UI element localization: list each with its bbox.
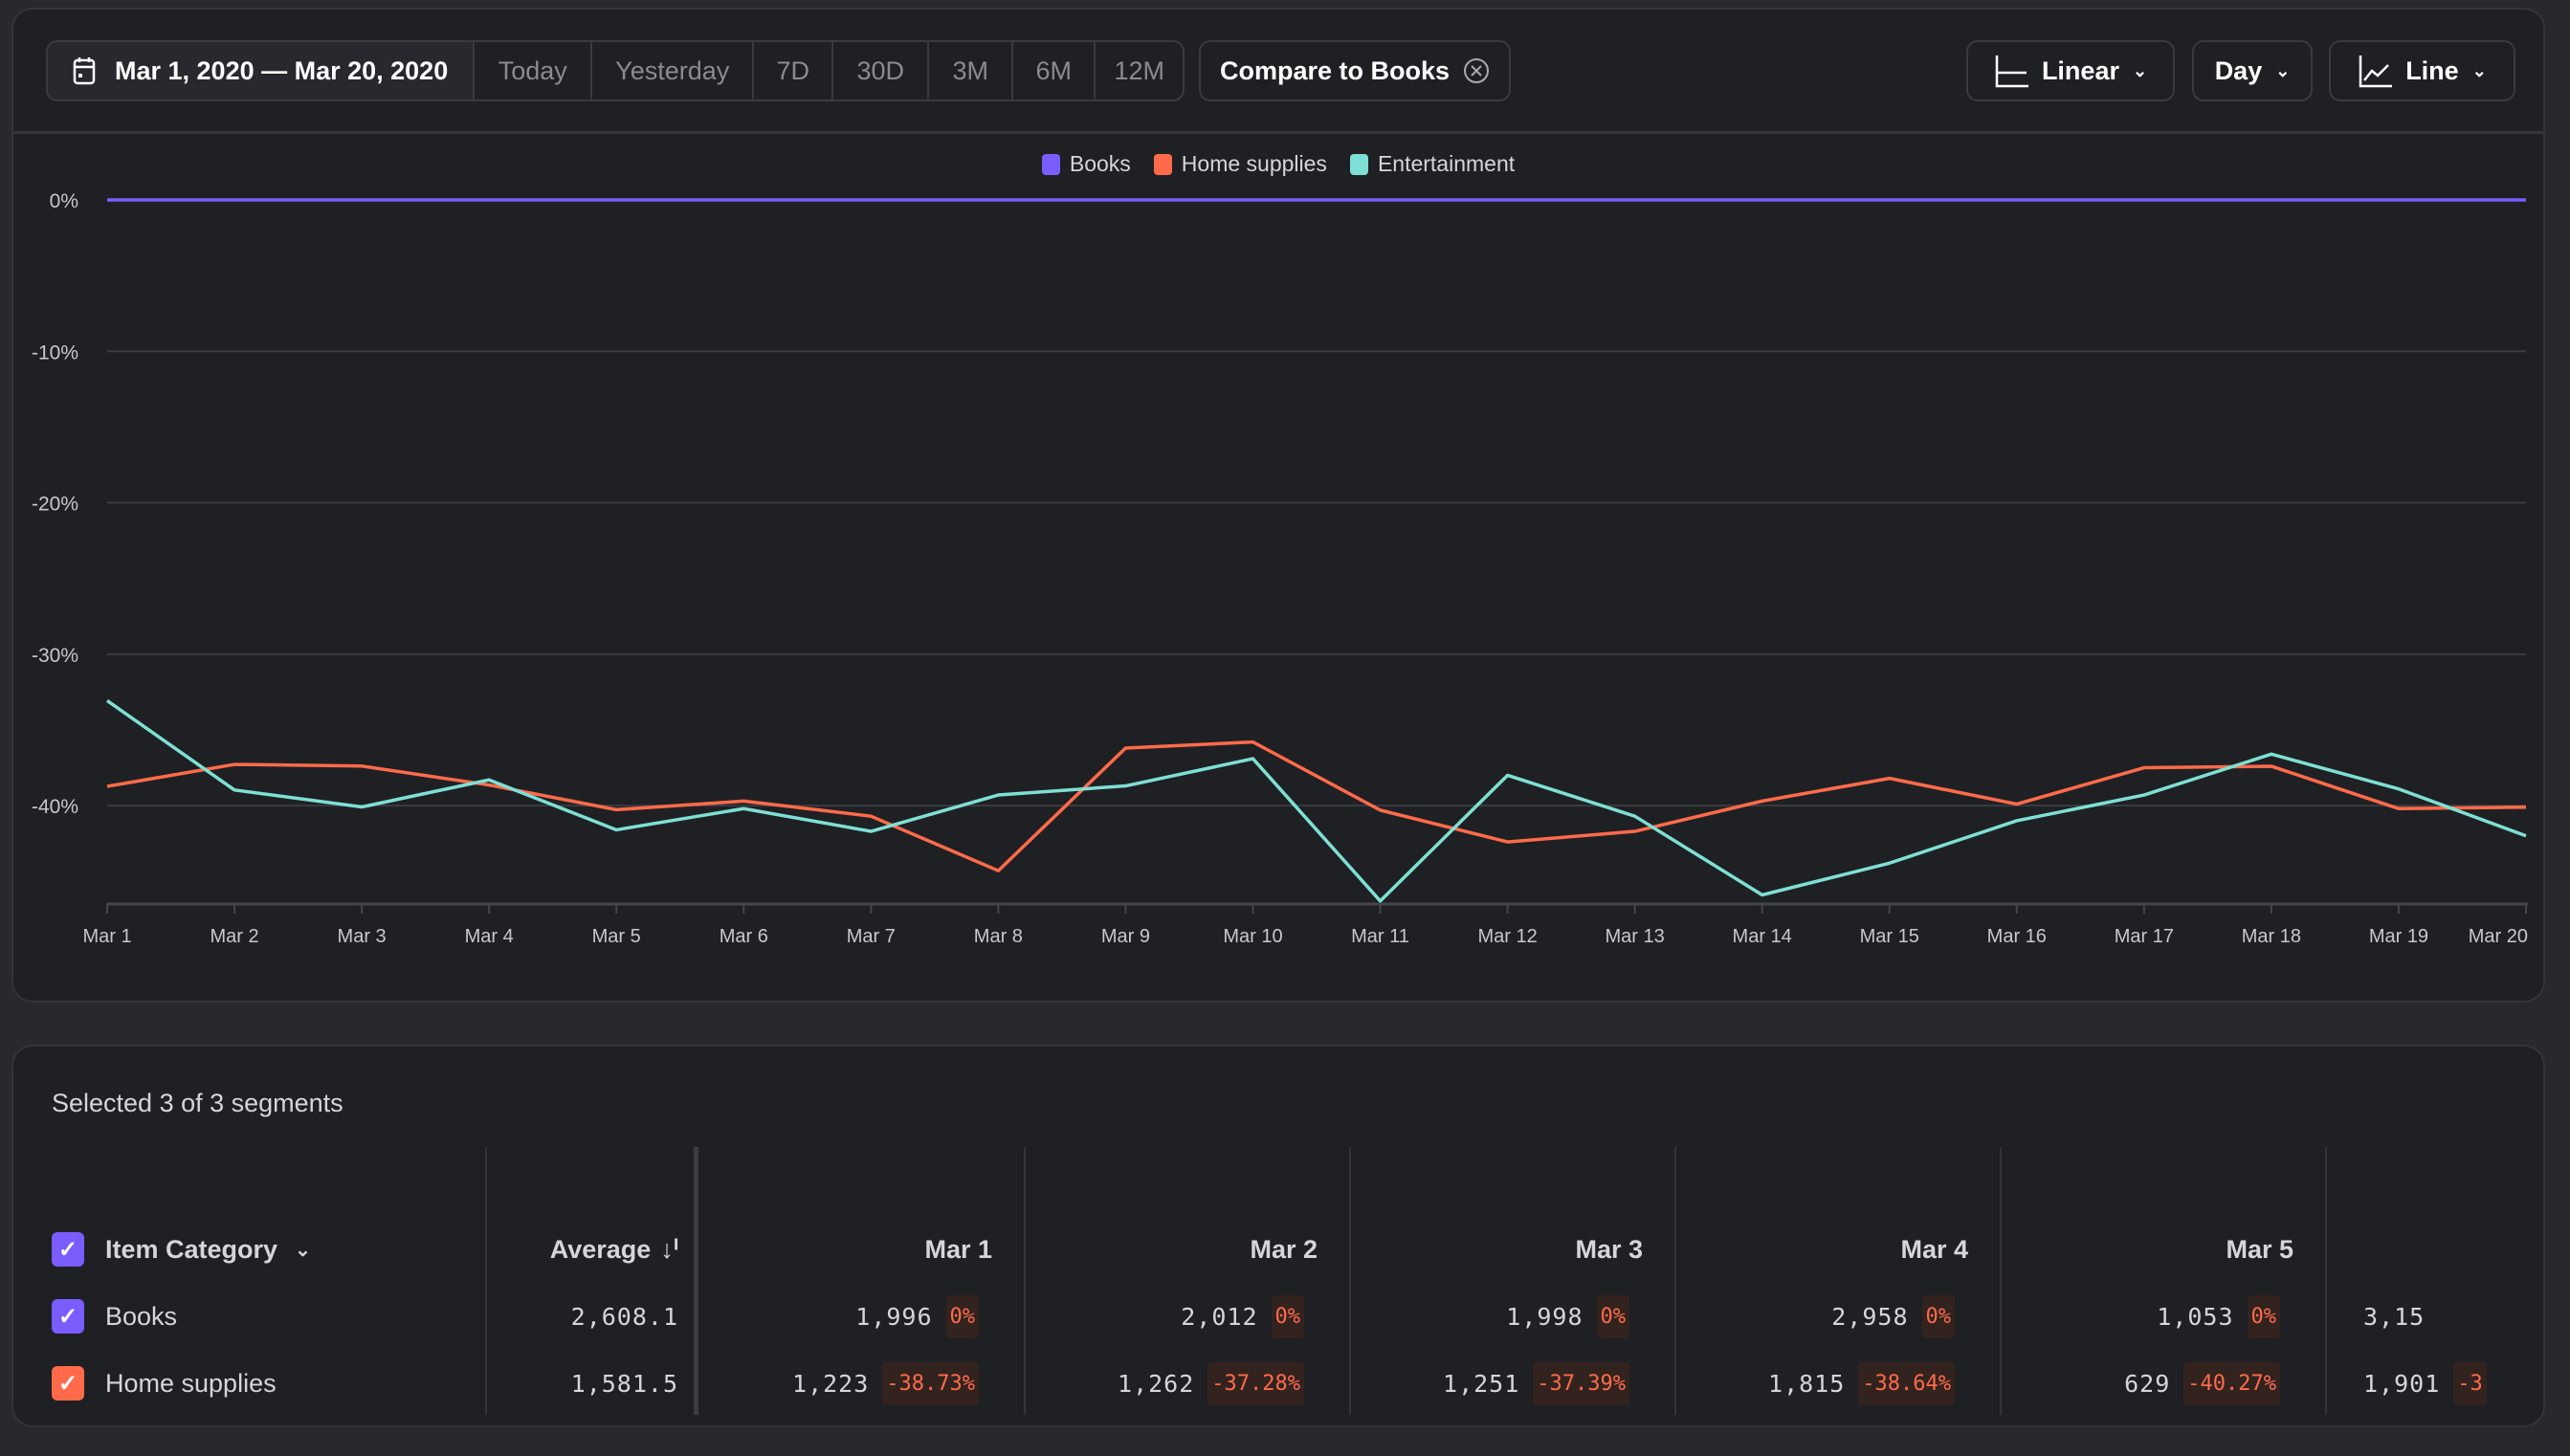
segment-row-label[interactable]: ✓Entertainment (52, 1426, 266, 1427)
segment-name: Books (105, 1301, 178, 1331)
x-tick-label: Mar 4 (465, 926, 514, 947)
change-badge: 0% (2247, 1294, 2280, 1338)
average-header-label: Average (549, 1234, 652, 1264)
series-line-entertainment (105, 698, 2527, 903)
cell-value: 3,15 (2363, 1302, 2426, 1331)
change-badge: -38.64% (1858, 1361, 1955, 1405)
x-tick-label: Mar 7 (847, 926, 896, 947)
line-chart: 0% -10% -20% -30% -40% Mar 1 Mar 2 Mar 3 Mar 4 Ma… (32, 190, 2528, 947)
table-cell: 1,815 -38.64% (1674, 1359, 1955, 1407)
average-value: 1,581.5 (570, 1369, 678, 1398)
group-header-label: Item Category (105, 1234, 278, 1264)
change-badge: -3 (2453, 1361, 2487, 1405)
table-cell: 3,15 (2363, 1292, 2425, 1340)
segment-checkbox[interactable]: ✓ (52, 1299, 84, 1334)
table-cell: 1,223 -38.73% (698, 1359, 979, 1407)
segments-table: ✓ Item Category ⌄ Average ↓ᑊ Mar 1 Mar 2 Mar 3 M… (13, 1142, 2543, 1420)
group-header[interactable]: ✓ Item Category ⌄ (52, 1225, 311, 1273)
date-header[interactable] (2325, 1225, 2543, 1273)
segment-row-label[interactable]: ✓ Home supplies (52, 1359, 277, 1407)
x-tick-label: Mar 10 (1223, 926, 1282, 947)
table-cell: 1,336-33.07% (698, 1426, 979, 1427)
change-badge: -37.39% (1533, 1361, 1629, 1405)
x-tick-label: Mar 15 (1860, 926, 1919, 947)
date-header[interactable]: Mar 5 (2000, 1225, 2293, 1273)
y-tick-label: -10% (32, 342, 78, 364)
segment-row-label[interactable]: ✓ Books (52, 1292, 177, 1340)
table-cell: 1,825-38.30% (1674, 1426, 1955, 1427)
x-tick-label: Mar 19 (2369, 926, 2428, 947)
x-tick-label: Mar 13 (1606, 926, 1665, 947)
cell-value: 2,012 (1181, 1302, 1258, 1331)
date-header[interactable]: Mar 1 (698, 1225, 992, 1273)
x-tick-label: Mar 17 (2115, 926, 2174, 947)
date-header[interactable]: Mar 4 (1674, 1225, 1968, 1273)
table-cell: 615-41.60% (2000, 1426, 2280, 1427)
cell-value: 1,223 (792, 1369, 870, 1398)
cell-value: 1,053 (2157, 1302, 2234, 1331)
change-badge: 0% (1596, 1294, 1629, 1338)
y-tick-label: -40% (32, 796, 78, 818)
chevron-down-icon: ⌄ (295, 1239, 311, 1261)
table-cell: 1,228-38.97% (1024, 1426, 1304, 1427)
average-value: 1,563.2 (485, 1426, 678, 1427)
table-cell: 2,012 0% (1024, 1292, 1304, 1340)
table-cell: 1,881-4 (2363, 1426, 2487, 1427)
cell-value: 2,958 (1831, 1302, 1909, 1331)
cell-value: 629 (2124, 1369, 2171, 1398)
date-header[interactable]: Mar 2 (1024, 1225, 1318, 1273)
change-badge: 0% (1271, 1294, 1304, 1338)
cell-value: 1,998 (1506, 1302, 1584, 1331)
y-tick-label: -20% (32, 494, 78, 516)
x-tick-label: Mar 6 (720, 926, 768, 947)
table-cell: 1,996 0% (698, 1292, 979, 1340)
x-tick-label: Mar 5 (592, 926, 641, 947)
x-tick-label: Mar 20 (2469, 926, 2528, 947)
select-all-checkbox[interactable]: ✓ (52, 1232, 84, 1267)
table-cell: 1,998 0% (1349, 1292, 1629, 1340)
change-badge: -37.28% (1207, 1361, 1304, 1405)
table-cell: 1,197-40.09% (1349, 1426, 1629, 1427)
change-badge: -40.27% (2183, 1361, 2280, 1405)
cell-value: 1,262 (1118, 1369, 1195, 1398)
x-tick-label: Mar 1 (82, 926, 131, 947)
x-tick-label: Mar 2 (210, 926, 258, 947)
table-cell: 1,053 0% (2000, 1292, 2280, 1340)
cell-value: 1,901 (2363, 1369, 2441, 1398)
x-tick-label: Mar 8 (974, 926, 1023, 947)
segment-name: Home supplies (105, 1368, 277, 1398)
x-tick-label: Mar 9 (1101, 926, 1150, 947)
change-badge: -38.73% (882, 1361, 979, 1405)
segment-checkbox[interactable]: ✓ (52, 1366, 84, 1401)
table-cell: 1,251 -37.39% (1349, 1359, 1629, 1407)
table-cell: 1,901 -3 (2363, 1359, 2487, 1407)
cell-value: 1,815 (1768, 1369, 1846, 1398)
x-tick-label: Mar 14 (1733, 926, 1792, 947)
selection-summary: Selected 3 of 3 segments (52, 1089, 343, 1117)
cell-value: 1,251 (1443, 1369, 1520, 1398)
y-tick-label: 0% (50, 190, 78, 212)
cell-value: 1,996 (855, 1302, 933, 1331)
chart-panel: Mar 1, 2020 — Mar 20, 2020 Today Yesterd… (11, 8, 2545, 1003)
segments-panel: Selected 3 of 3 segments ✓ Item Category ⌄… (11, 1045, 2545, 1427)
average-value: 2,608.1 (570, 1302, 678, 1331)
y-tick-label: -30% (32, 645, 78, 667)
x-tick-label: Mar 18 (2242, 926, 2301, 947)
x-tick-label: Mar 16 (1987, 926, 2047, 947)
date-header[interactable]: Mar 3 (1349, 1225, 1643, 1273)
change-badge: 0% (945, 1294, 979, 1338)
table-cell: 2,958 0% (1674, 1292, 1955, 1340)
change-badge: 0% (1921, 1294, 1955, 1338)
average-header[interactable]: Average ↓ᑊ (485, 1225, 678, 1273)
column-divider (2325, 1147, 2327, 1415)
table-cell: 629 -40.27% (2000, 1359, 2280, 1407)
sort-icon[interactable]: ↓ᑊ (660, 1235, 678, 1265)
table-cell: 1,262 -37.28% (1024, 1359, 1304, 1407)
x-tick-label: Mar 11 (1351, 926, 1409, 947)
x-tick-label: Mar 3 (338, 926, 387, 947)
x-tick-label: Mar 12 (1477, 926, 1537, 947)
